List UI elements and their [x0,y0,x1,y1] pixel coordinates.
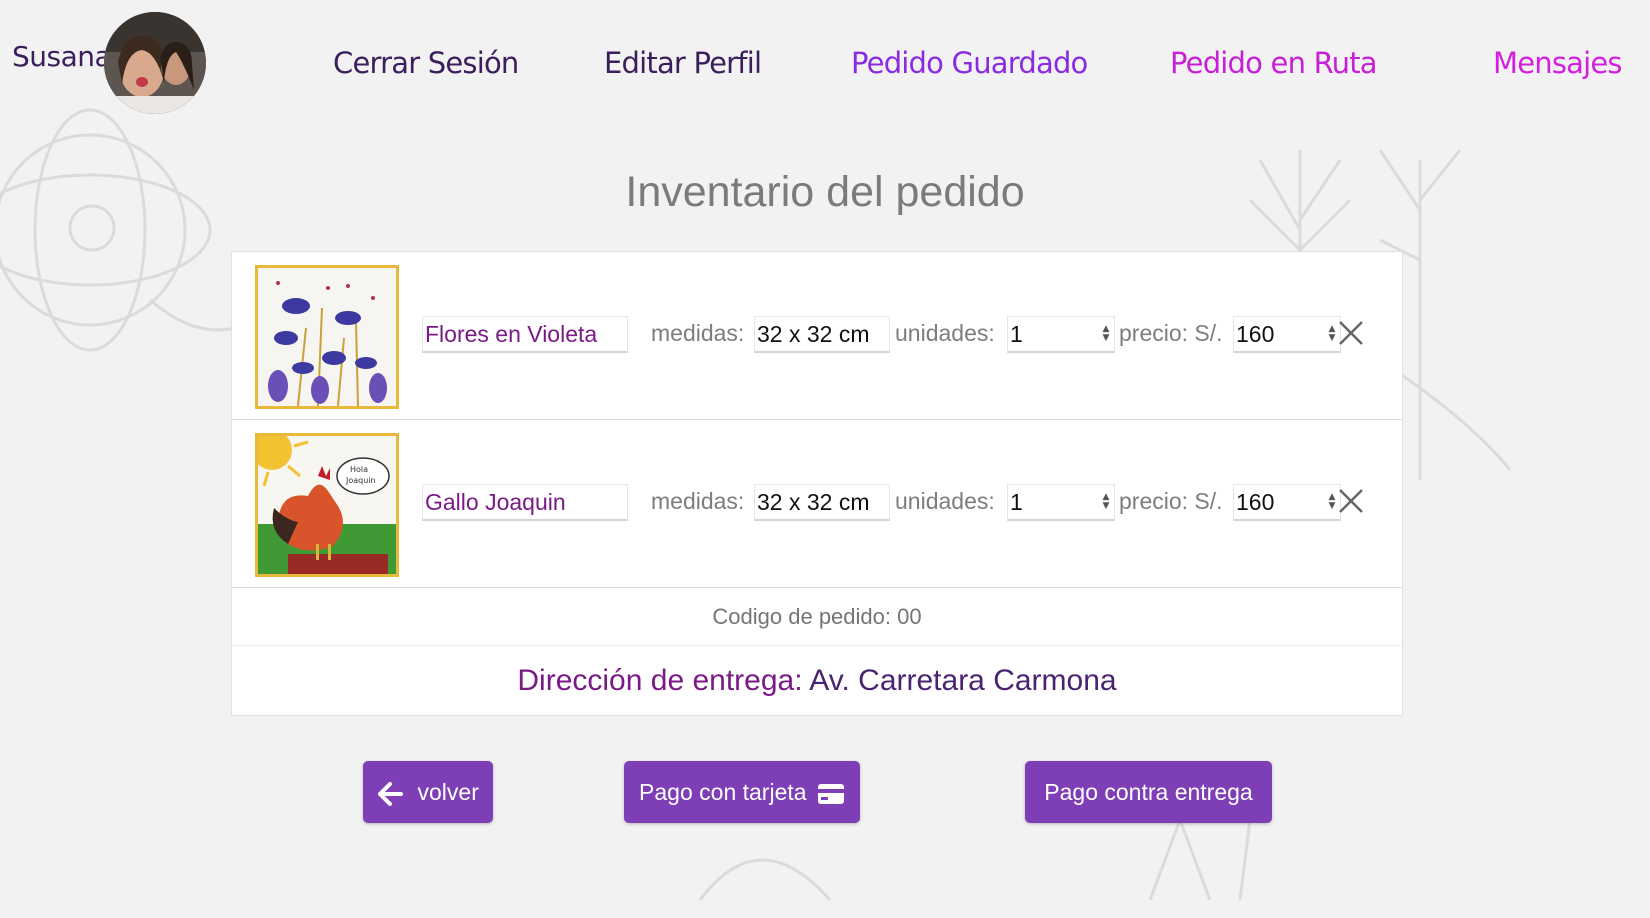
nav-order-in-transit[interactable]: Pedido en Ruta [1170,46,1378,80]
delivery-address-value: Av. Carretara Carmona [809,664,1117,697]
remove-item-button[interactable] [1336,318,1366,348]
user-avatar[interactable] [104,12,206,114]
precio-input[interactable]: 160 ▲ ▼ [1233,484,1341,521]
delivery-address-label: Dirección de entrega: [517,664,803,697]
arrow-left-icon [378,781,404,806]
pay-on-delivery-button-label: Pago contra entrega [1044,779,1253,805]
medidas-field[interactable]: 32 x 32 cm [754,484,890,521]
remove-item-button[interactable] [1336,486,1366,516]
unidades-input[interactable]: 1 ▲ ▼ [1007,316,1115,353]
violet-flowers-painting [258,268,396,406]
item-thumbnail: Hola Joaquin [255,433,399,577]
speech-text-joaquin: Joaquin [345,476,376,485]
precio-value: 160 [1236,489,1275,515]
medidas-label: medidas: [651,320,745,346]
nav-messages[interactable]: Mensajes [1493,46,1623,80]
stepper-icon[interactable]: ▲ ▼ [1100,493,1112,513]
unidades-value: 1 [1010,489,1023,515]
nav-saved-order[interactable]: Pedido Guardado [851,46,1088,80]
rooster-painting: Hola Joaquin [258,436,396,574]
credit-card-icon [817,783,844,804]
order-inventory-card: Flores en Violeta medidas: 32 x 32 cm un… [231,251,1403,716]
precio-label: precio: S/. [1119,488,1223,514]
order-code: Codigo de pedido: 00 [232,588,1402,646]
nav-edit-profile[interactable]: Editar Perfil [604,46,762,80]
delivery-address: Dirección de entrega: Av. Carretara Carm… [232,646,1402,716]
precio-label: precio: S/. [1119,320,1223,346]
nav-logout[interactable]: Cerrar Sesión [333,46,519,80]
unidades-label: unidades: [895,488,995,514]
user-name: Susana [12,40,112,73]
close-icon [1339,321,1363,345]
order-item-row: Flores en Violeta medidas: 32 x 32 cm un… [232,252,1402,420]
pay-on-delivery-button[interactable]: Pago contra entrega [1025,761,1272,823]
unidades-value: 1 [1010,321,1023,347]
medidas-label: medidas: [651,488,745,514]
precio-value: 160 [1236,321,1275,347]
stepper-icon[interactable]: ▲ ▼ [1100,325,1112,345]
item-thumbnail [255,265,399,409]
item-name-field[interactable]: Gallo Joaquin [422,484,628,521]
back-button[interactable]: volver [363,761,493,823]
page-title: Inventario del pedido [625,168,1025,216]
top-navigation-bar: Susana Cerrar Sesión Editar Perfil Pedid… [0,0,1650,140]
unidades-input[interactable]: 1 ▲ ▼ [1007,484,1115,521]
pay-card-button-label: Pago con tarjeta [639,779,807,805]
order-item-row: Hola Joaquin Gallo Joaquin medidas: 32 x… [232,420,1402,588]
avatar-photo [104,12,206,114]
pay-card-button[interactable]: Pago con tarjeta [624,761,860,823]
close-icon [1339,489,1363,513]
speech-text-hola: Hola [350,465,368,474]
item-name-field[interactable]: Flores en Violeta [422,316,628,353]
medidas-field[interactable]: 32 x 32 cm [754,316,890,353]
unidades-label: unidades: [895,320,995,346]
back-button-label: volver [417,779,479,805]
precio-input[interactable]: 160 ▲ ▼ [1233,316,1341,353]
